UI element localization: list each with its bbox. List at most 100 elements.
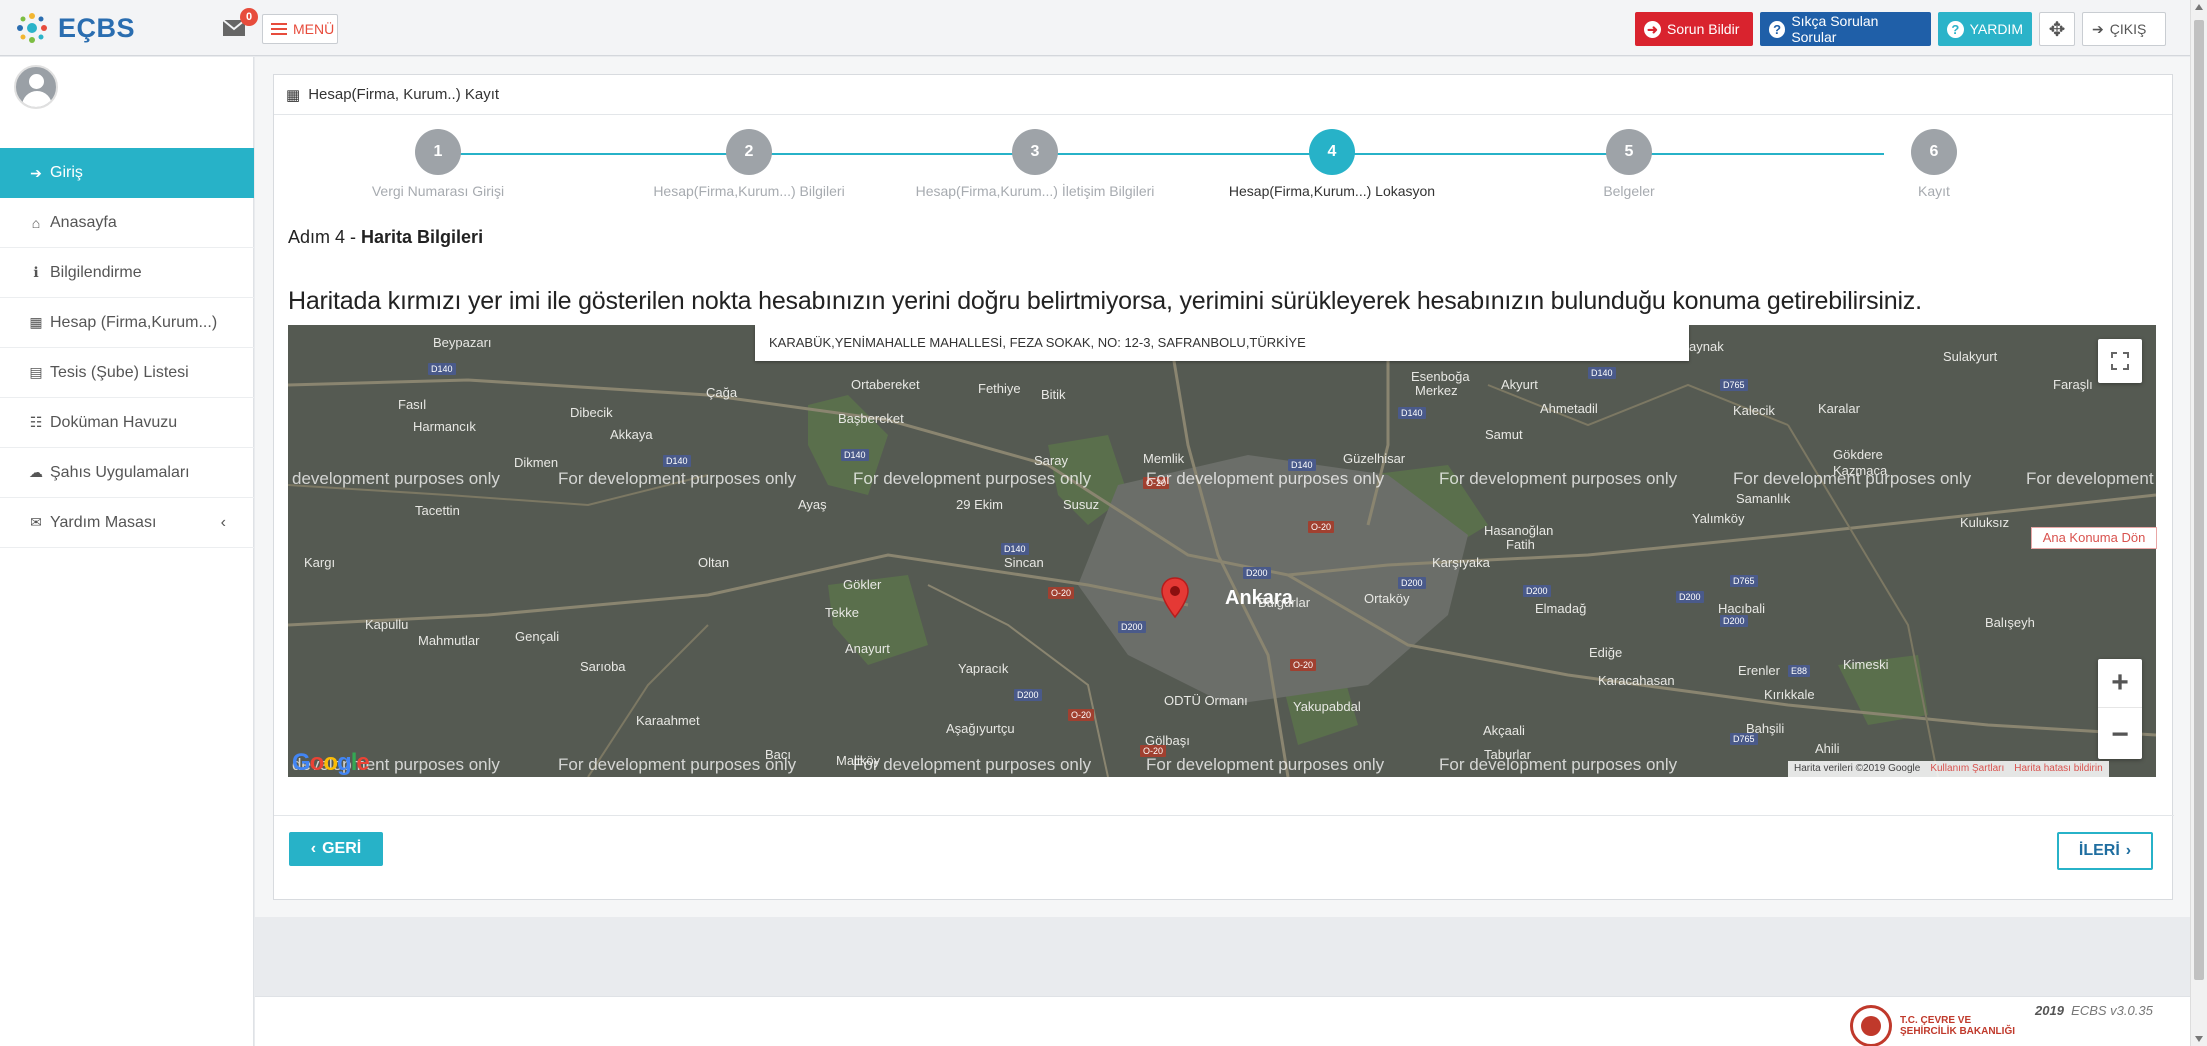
wizard-step-number: 1: [415, 129, 461, 175]
fullscreen-button[interactable]: [2098, 339, 2142, 383]
wizard-step-4: 4 Hesap(Firma,Kurum...) Lokasyon: [1202, 129, 1462, 199]
next-button[interactable]: İLERİ ›: [2057, 832, 2153, 870]
road-shield: D200: [1523, 585, 1551, 597]
wizard-step-6: 6 Kayıt: [1804, 129, 2064, 199]
sidebar-item-label: Şahıs Uygulamaları: [50, 463, 190, 481]
sign-in-icon: ➔: [30, 164, 42, 181]
ministry-line-2: ŞEHİRCİLİK BAKANLIĞI: [1900, 1026, 2015, 1037]
dev-watermark: For development purposes only: [558, 755, 797, 774]
sidebar-item-anasayfa[interactable]: ⌂ Anasayfa: [0, 198, 254, 248]
dev-watermark: For development purposes only: [1439, 469, 1678, 488]
map-instruction: Haritada kırmızı yer imi ile gösterilen …: [288, 287, 1922, 315]
map-place: Hasanoğlan: [1484, 523, 1554, 538]
map-place: Oltan: [698, 555, 730, 570]
return-home-location-button[interactable]: Ana Konuma Dön: [2031, 527, 2157, 549]
sidebar-item-yardim[interactable]: ✉ Yardım Masası ‹: [0, 498, 254, 548]
back-button[interactable]: ‹ GERİ: [289, 832, 383, 866]
panel-title: Hesap(Firma, Kurum..) Kayıt: [308, 86, 500, 103]
map-place: Ortabereket: [851, 377, 920, 392]
scrollbar-thumb[interactable]: [2194, 20, 2204, 980]
report-issue-button[interactable]: ➜ Sorun Bildir: [1635, 12, 1753, 46]
road-shield: O-20: [1308, 521, 1335, 533]
sidebar-item-sahis[interactable]: ☁ Şahıs Uygulamaları: [0, 448, 254, 498]
step-heading: Harita Bilgileri: [361, 227, 484, 247]
location-map[interactable]: Beypazarı Çağa Ortabereket Fethiye Bitik…: [288, 325, 2156, 777]
dev-watermark: For development purposes only: [1146, 469, 1385, 488]
wizard-step-1: 1 Vergi Numarası Girişi: [308, 129, 568, 199]
logout-button[interactable]: ➔ ÇIKIŞ: [2082, 12, 2166, 46]
map-place: Kargı: [304, 555, 336, 570]
map-place: Saray: [1034, 453, 1068, 468]
wizard-step-label: Belgeler: [1603, 183, 1655, 199]
scroll-down-arrow-icon[interactable]: [2195, 1036, 2203, 1042]
terms-link[interactable]: Kullanım Şartları: [1930, 761, 2004, 777]
map-place: Kapullu: [365, 617, 409, 632]
sidebar-item-label: Tesis (Şube) Listesi: [50, 363, 189, 381]
app-logo[interactable]: EÇBS: [14, 10, 135, 46]
dev-watermark: development purposes only: [292, 469, 500, 488]
map-attribution: Harita verileri ©2019 Google Kullanım Şa…: [1788, 761, 2109, 777]
zoom-in-button[interactable]: +: [2098, 659, 2142, 708]
menu-label: MENÜ: [293, 21, 335, 37]
cloud-icon: ☁: [29, 464, 43, 480]
map-place: Ayaş: [798, 497, 827, 512]
scroll-up-arrow-icon[interactable]: [2195, 4, 2203, 10]
back-label: GERİ: [322, 840, 362, 857]
sidebar-item-tesis[interactable]: ▤ Tesis (Şube) Listesi: [0, 348, 254, 398]
ministry-name: T.C. ÇEVRE VE ŞEHİRCİLİK BAKANLIĞI: [1900, 1015, 2015, 1037]
map-place: Güzelhisar: [1343, 451, 1406, 466]
road-shield: D765: [1730, 575, 1758, 587]
map-place: Ahmetadil: [1540, 401, 1598, 416]
map-place: Karşıyaka: [1432, 555, 1490, 570]
google-logo[interactable]: Google: [292, 749, 370, 777]
road-shield: E88: [1788, 665, 1811, 677]
page-scrollbar[interactable]: [2190, 0, 2207, 1046]
report-issue-label: Sorun Bildir: [1667, 21, 1740, 37]
map-place: Erenler: [1738, 663, 1780, 678]
map-place: Tacettin: [415, 503, 460, 518]
sidebar-item-bilgilendirme[interactable]: ℹ Bilgilendirme: [0, 248, 254, 298]
road-shield: O-20: [1068, 709, 1095, 721]
map-place: Memlik: [1143, 451, 1185, 466]
dev-watermark: For development purposes only: [853, 755, 1092, 774]
map-place: Gençali: [515, 629, 560, 644]
map-place: Bulgurlar: [1258, 595, 1311, 610]
road-shield: D200: [1118, 621, 1146, 633]
chevron-right-icon: ›: [2125, 842, 2132, 859]
wizard-step-number: 6: [1911, 129, 1957, 175]
sidebar-item-dokuman[interactable]: ☷ Doküman Havuzu: [0, 398, 254, 448]
road-shield: O-20: [1290, 659, 1317, 671]
avatar[interactable]: [14, 65, 58, 109]
dev-watermark: For development: [2026, 469, 2154, 488]
report-map-error-link[interactable]: Harita hatası bildirin: [2014, 761, 2102, 777]
sidebar-item-hesap[interactable]: ▦ Hesap (Firma,Kurum...): [0, 298, 254, 348]
home-icon: ⌂: [31, 214, 41, 231]
menu-button[interactable]: MENÜ: [262, 14, 338, 44]
wizard-step-label: Vergi Numarası Girişi: [371, 183, 505, 199]
help-button[interactable]: ? YARDIM: [1938, 12, 2032, 46]
map-place: Beypazarı: [433, 335, 492, 350]
map-place: Faraşlı: [2053, 377, 2093, 392]
map-place: Sulakyurt: [1943, 349, 1998, 364]
location-marker-icon[interactable]: [1160, 577, 1190, 619]
move-arrows-icon[interactable]: ✥: [2039, 12, 2075, 46]
road-shield: D140: [428, 363, 456, 375]
sidebar-item-giris[interactable]: ➔ Giriş: [0, 148, 254, 198]
map-place: Karaahmet: [636, 713, 700, 728]
zoom-out-button[interactable]: −: [2098, 710, 2142, 759]
map-place: Hacıbali: [1718, 601, 1765, 616]
chevron-left-icon: ‹: [220, 513, 226, 531]
step-prefix: Adım 4 -: [288, 227, 362, 247]
footer-version: ECBS v3.0.35: [2071, 1003, 2153, 1018]
logo-dots-icon: [17, 13, 47, 43]
map-place: Karacahasan: [1598, 673, 1675, 688]
dev-watermark: For development purposes only: [1733, 469, 1972, 488]
map-place: Bitik: [1041, 387, 1066, 402]
faq-button[interactable]: ? Sıkça Sorulan Sorular: [1760, 12, 1931, 46]
ministry-logo: T.C. ÇEVRE VE ŞEHİRCİLİK BAKANLIĞI: [1850, 1005, 2015, 1046]
sidebar-item-label: Yardım Masası: [50, 513, 157, 531]
building-icon: ▦: [286, 86, 301, 104]
sidebar-item-label: Giriş: [50, 164, 83, 181]
map-place: aynak: [1689, 339, 1724, 354]
map-place: Samanlık: [1736, 491, 1791, 506]
